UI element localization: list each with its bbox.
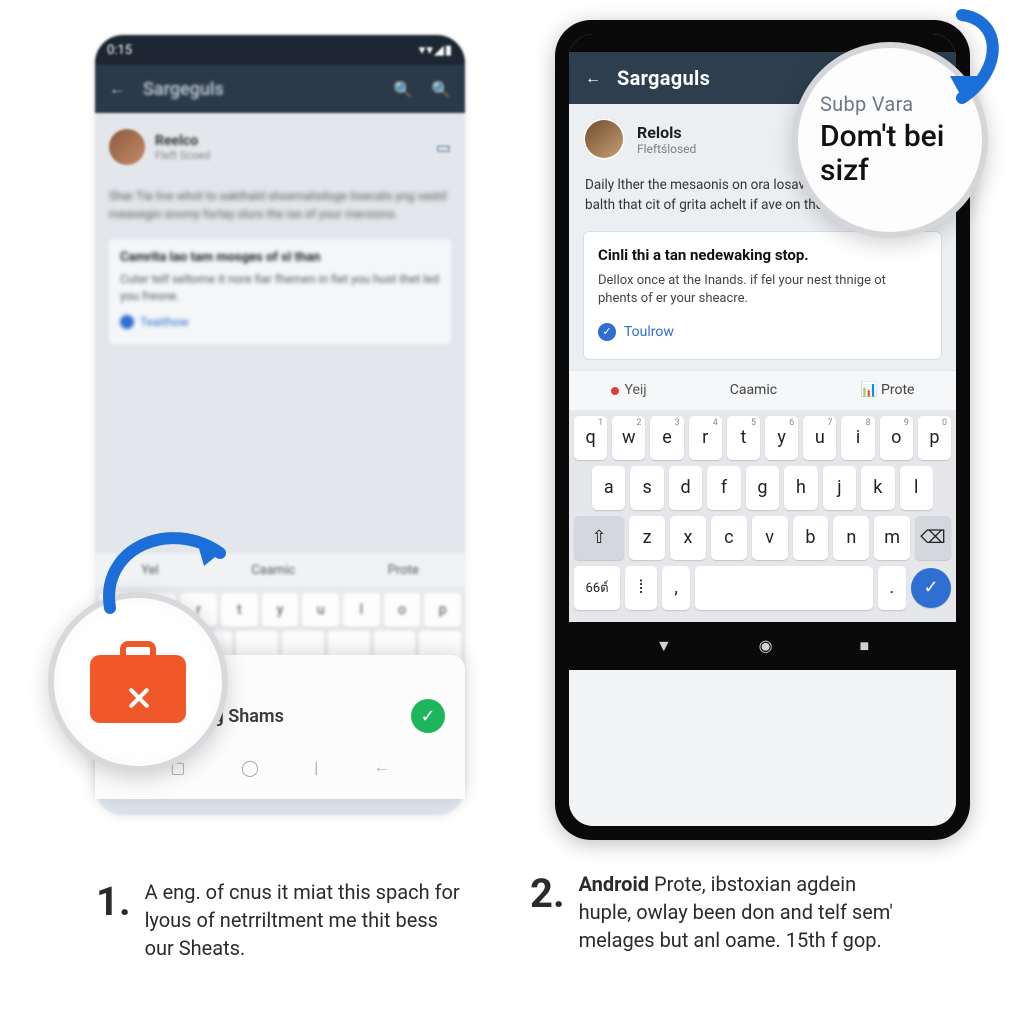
key-v[interactable]: v xyxy=(752,516,788,560)
content-area: Reelco Fleft Scoed ▭ Shar Tia live whot … xyxy=(95,113,465,553)
key-i[interactable]: i8 xyxy=(841,416,874,460)
author-subtitle: Fleft Scoed xyxy=(155,149,210,162)
caption-text: A eng. of cnus it miat this spach for ly… xyxy=(145,878,465,962)
suggest-mid[interactable]: Caamic xyxy=(251,563,295,578)
search-icon[interactable]: 🔍 xyxy=(431,80,451,99)
zoom-text-line2: sizf xyxy=(820,154,960,189)
nav-home-icon[interactable]: ◯ xyxy=(241,758,259,777)
status-bar: 0:15 ▾▾◢▮ xyxy=(95,35,465,65)
key-s[interactable]: s xyxy=(630,466,663,510)
author-name: Reelco xyxy=(155,133,210,149)
key-x[interactable]: x xyxy=(670,516,706,560)
status-time: 0:15 xyxy=(107,43,132,58)
key-a[interactable]: a xyxy=(592,466,625,510)
nav-back-icon[interactable]: ← xyxy=(374,757,390,777)
key-n[interactable]: n xyxy=(833,516,869,560)
key-j[interactable]: j xyxy=(823,466,856,510)
caption-number: 1. xyxy=(96,878,131,962)
key[interactable]: p xyxy=(424,593,461,627)
caption-text: Android Prote, ibstoxian agdein huple, o… xyxy=(579,870,899,954)
avatar xyxy=(109,129,145,165)
author-row: Reelco Fleft Scoed ▭ xyxy=(103,121,457,173)
key-f[interactable]: f xyxy=(707,466,740,510)
info-card: Cinli thi a tan nedewaking stop. Dellox … xyxy=(583,231,942,359)
card-heading: Camrita lao tam mosges of sl than xyxy=(120,250,440,265)
key-h[interactable]: h xyxy=(784,466,817,510)
key-period[interactable]: . xyxy=(878,566,906,610)
key-shift[interactable]: ⇧ xyxy=(574,516,624,560)
key[interactable]: y xyxy=(262,593,299,627)
app-title: Sargaguls xyxy=(617,66,710,90)
briefcase-x-icon xyxy=(90,641,186,723)
key[interactable]: u xyxy=(302,593,339,627)
avatar xyxy=(583,118,625,160)
key-comma[interactable]: , xyxy=(662,566,690,610)
info-card: Camrita lao tam mosges of sl than Cuter … xyxy=(107,237,453,346)
nav-back-icon[interactable]: ▼ xyxy=(656,636,672,656)
key-o[interactable]: o9 xyxy=(880,416,913,460)
author-name: Relols xyxy=(637,123,696,142)
key-p[interactable]: p0 xyxy=(918,416,951,460)
key-c[interactable]: c xyxy=(711,516,747,560)
card-body: Cuter telf seltome it nore fiar fhemen i… xyxy=(120,271,440,305)
key-q[interactable]: q1 xyxy=(574,416,607,460)
key-r[interactable]: r4 xyxy=(689,416,722,460)
key-d[interactable]: d xyxy=(669,466,702,510)
key-l[interactable]: l xyxy=(900,466,933,510)
suggest-right[interactable]: 📊 Prote xyxy=(860,382,914,398)
key-space[interactable] xyxy=(695,566,872,610)
card-chip[interactable]: Teaithow xyxy=(120,315,189,329)
app-bar: ← Sargeguls 🔍 🔍 xyxy=(95,65,465,113)
android-nav-bar: ▼ ◉ ■ xyxy=(569,622,956,670)
nav-recent-icon[interactable]: ■ xyxy=(859,636,869,656)
curved-arrow-icon xyxy=(892,0,1012,120)
key-t[interactable]: t5 xyxy=(727,416,760,460)
app-title: Sargeguls xyxy=(143,79,224,100)
card-chip[interactable]: Toulrow xyxy=(598,323,674,341)
suggestion-bar: Yeij Caamic 📊 Prote xyxy=(569,370,956,410)
key-w[interactable]: w2 xyxy=(612,416,645,460)
keyboard: q1 w2 e3 r4 t5 y6 u7 i8 o9 p0 a s d f g xyxy=(569,410,956,622)
suggest-left[interactable]: Yeij xyxy=(611,382,647,398)
author-subtitle: Fleftślosed xyxy=(637,142,696,156)
key-m[interactable]: m xyxy=(874,516,910,560)
bookmark-icon[interactable]: ▭ xyxy=(436,138,451,157)
zoom-text-line1: Dom't bei xyxy=(820,120,960,155)
caption-1: 1. A eng. of cnus it miat this spach for… xyxy=(96,878,465,962)
key-b[interactable]: b xyxy=(793,516,829,560)
key-sym[interactable]: ⁞ xyxy=(625,566,657,610)
check-icon xyxy=(120,315,134,329)
key[interactable]: o xyxy=(384,593,421,627)
card-body: Dellox once at the Inands. if fel your n… xyxy=(598,272,927,308)
key-numeric[interactable]: 66ต์ xyxy=(574,566,620,610)
key-y[interactable]: y6 xyxy=(765,416,798,460)
suggest-right[interactable]: Prote xyxy=(388,563,419,578)
key-backspace[interactable]: ⌫ xyxy=(915,516,951,560)
back-icon[interactable]: ← xyxy=(109,79,125,99)
nav-home-icon[interactable]: ◉ xyxy=(759,636,773,655)
key-u[interactable]: u7 xyxy=(803,416,836,460)
key[interactable]: l xyxy=(343,593,380,627)
caption-2: 2. Android Prote, ibstoxian agdein huple… xyxy=(530,870,899,954)
check-icon xyxy=(598,323,616,341)
key-z[interactable]: z xyxy=(629,516,665,560)
key-enter[interactable]: ✓ xyxy=(911,568,951,608)
back-icon[interactable]: ← xyxy=(585,68,601,88)
search-icon[interactable]: 🔍 xyxy=(393,80,413,99)
key-e[interactable]: e3 xyxy=(650,416,683,460)
key-k[interactable]: k xyxy=(861,466,894,510)
caption-number: 2. xyxy=(530,870,565,954)
confirm-check-icon[interactable]: ✓ xyxy=(411,699,445,733)
curved-arrow-icon xyxy=(90,508,250,628)
body-paragraph: Shar Tia live whot to sakthald shoematsi… xyxy=(109,187,451,223)
card-heading: Cinli thi a tan nedewaking stop. xyxy=(598,246,927,264)
nav-divider: | xyxy=(314,758,318,777)
status-indicators: ▾▾◢▮ xyxy=(419,43,453,58)
key-g[interactable]: g xyxy=(746,466,779,510)
suggest-mid[interactable]: Caamic xyxy=(730,382,777,398)
